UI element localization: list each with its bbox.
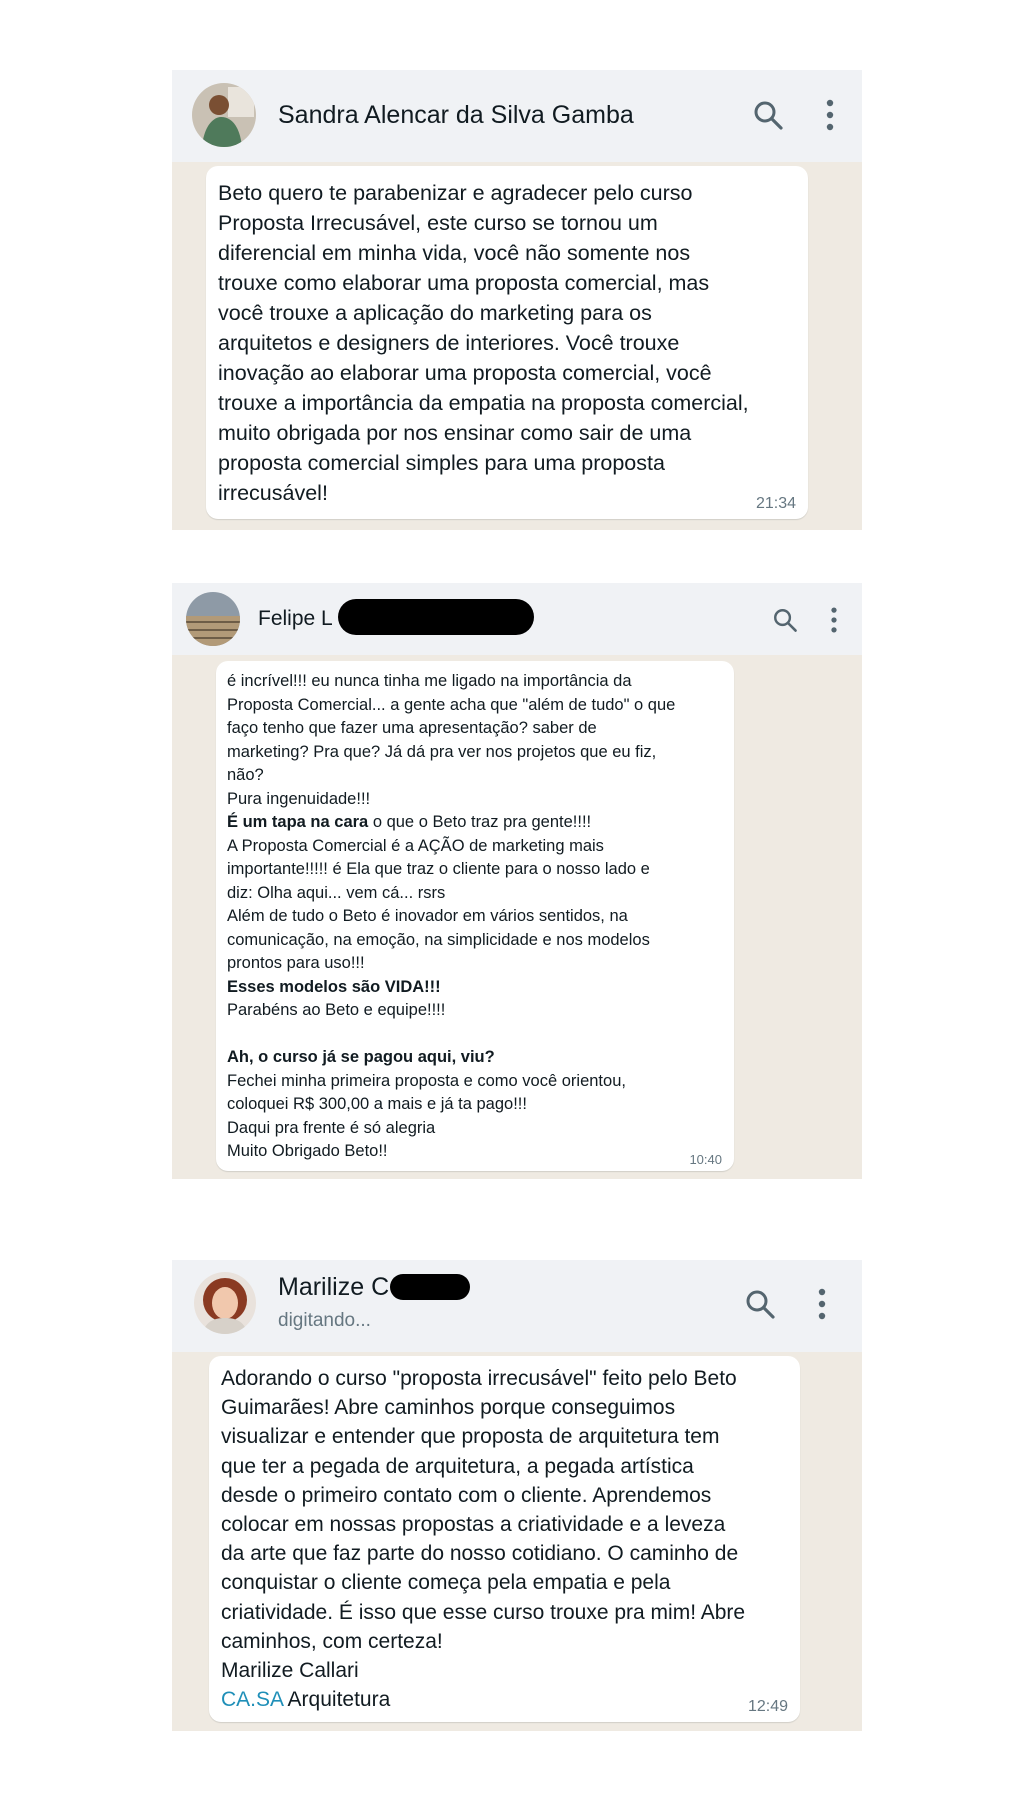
contact-avatar[interactable]: [186, 592, 240, 646]
chat-card-marilize: Marilize C digitando... Adorando o curso…: [172, 1260, 862, 1731]
message-line: Além de tudo o Beto é inovador em vários…: [227, 907, 628, 925]
message-line: Pura ingenuidade!!!: [227, 789, 371, 808]
search-icon[interactable]: [744, 1288, 776, 1320]
avatar-photo: [186, 592, 240, 646]
chat-header: Marilize C digitando...: [172, 1260, 862, 1352]
avatar-photo: [192, 83, 256, 147]
typing-status: digitando...: [278, 1310, 371, 1331]
message-line: marketing? Pra que? Já dá pra ver nos pr…: [227, 742, 657, 761]
message-line: importante!!!!! é Ela que traz o cliente…: [227, 860, 650, 878]
contact-name[interactable]: Sandra Alencar da Silva Gamba: [278, 101, 634, 130]
more-vertical-icon[interactable]: [816, 1287, 828, 1321]
redaction-bar: [338, 599, 534, 635]
message-time: 10:40: [689, 1152, 722, 1167]
signature-line: CA.SA Arquitetura: [221, 1685, 788, 1714]
more-vertical-icon[interactable]: [824, 98, 836, 132]
message-line: Ah, o curso já se pagou aqui, viu?: [227, 1048, 495, 1066]
message-line: Muito Obrigado Beto!!: [227, 1142, 388, 1160]
redaction-bar: [390, 1274, 470, 1300]
avatar-photo: [194, 1272, 256, 1334]
message-time: 21:34: [755, 495, 796, 512]
message-line: A Proposta Comercial é a AÇÃO de marketi…: [227, 836, 604, 855]
message-bubble[interactable]: é incrível!!! eu nunca tinha me ligado n…: [216, 661, 734, 1171]
contact-avatar[interactable]: [192, 83, 256, 147]
message-line: diz: Olha aqui... vem cá... rsrs: [227, 883, 446, 902]
contact-name[interactable]: Felipe L: [258, 607, 333, 631]
message-line: faço tenho que fazer uma apresentação? s…: [227, 719, 597, 737]
more-vertical-icon[interactable]: [829, 606, 839, 634]
chat-card-felipe: Felipe L é incrível!!! eu nunca tinha me…: [172, 583, 862, 1179]
message-line: prontos para uso!!!: [227, 954, 365, 972]
message-line: Proposta Comercial... a gente acha que "…: [227, 695, 676, 714]
message-text: Beto quero te parabenizar e agradecer pe…: [218, 181, 749, 505]
message-line: Daqui pra frente é só alegria: [227, 1118, 436, 1137]
message-text: é incrível!!! eu nunca tinha me ligado n…: [227, 670, 724, 1164]
search-icon[interactable]: [772, 607, 798, 633]
message-line: Parabéns ao Beto e equipe!!!!: [227, 1001, 446, 1019]
contact-avatar[interactable]: [194, 1272, 256, 1334]
message-bubble[interactable]: Adorando o curso "proposta irrecusável" …: [209, 1356, 800, 1722]
company-suffix: Arquitetura: [282, 1688, 391, 1712]
company-link[interactable]: CA.SA: [221, 1688, 283, 1711]
message-line: [227, 1023, 724, 1047]
message-line: Fechei minha primeira proposta e como vo…: [227, 1071, 626, 1090]
chat-header: Sandra Alencar da Silva Gamba: [172, 70, 862, 162]
chat-header: Felipe L: [172, 583, 862, 655]
message-line: é incrível!!! eu nunca tinha me ligado n…: [227, 672, 632, 690]
contact-name[interactable]: Marilize C: [278, 1273, 389, 1302]
message-text: Adorando o curso "proposta irrecusável" …: [221, 1367, 746, 1683]
chat-card-sandra: Sandra Alencar da Silva Gamba Beto quero…: [172, 70, 862, 530]
message-line: É um tapa na cara o que o Beto traz pra …: [227, 813, 592, 831]
message-line: coloquei R$ 300,00 a mais e já ta pago!!…: [227, 1095, 527, 1113]
message-bubble[interactable]: Beto quero te parabenizar e agradecer pe…: [206, 166, 808, 519]
message-line: Esses modelos são VIDA!!!: [227, 977, 441, 996]
search-icon[interactable]: [752, 99, 784, 131]
message-line: comunicação, na emoção, na simplicidade …: [227, 930, 650, 949]
message-time: 12:49: [747, 1698, 788, 1715]
message-line: não?: [227, 766, 264, 784]
